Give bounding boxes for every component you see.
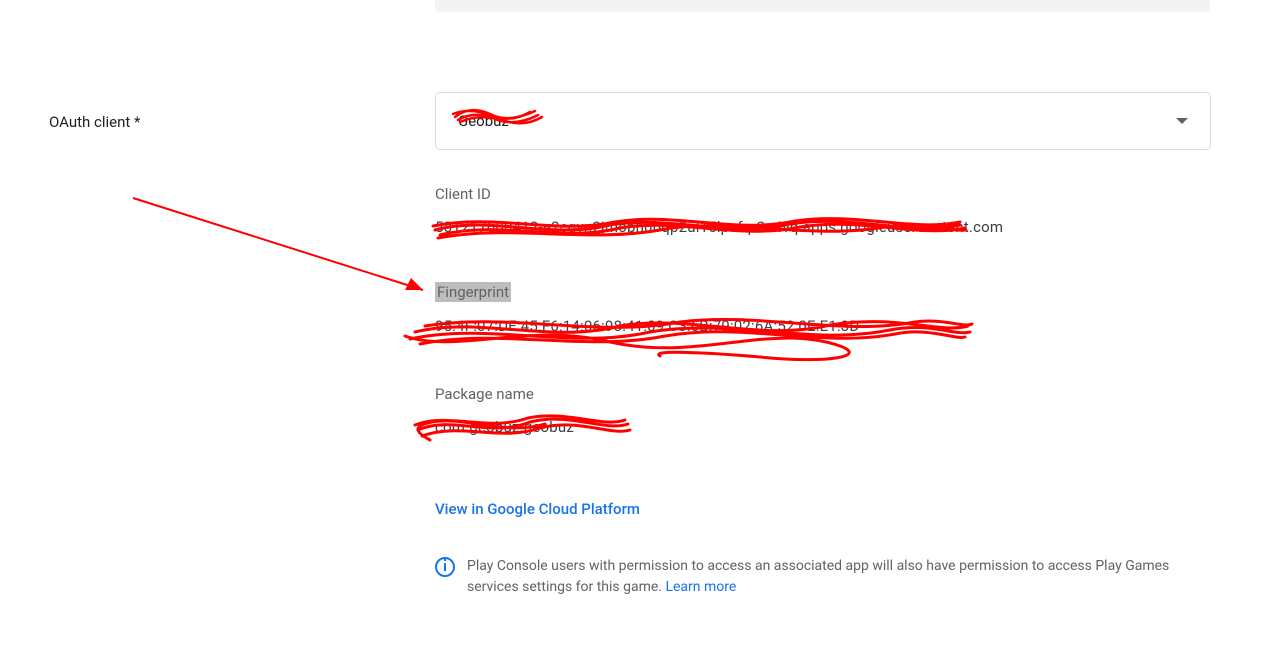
chevron-down-icon <box>1176 118 1188 124</box>
grey-header-remnant <box>435 0 1210 12</box>
oauth-select-value: Geobuz <box>458 112 509 130</box>
notice-text: Play Console users with permission to ac… <box>467 556 1197 598</box>
fingerprint-value: 95:4F:07:DE:45:F6:14:06:98:41:09:C3:6B:7… <box>435 317 859 335</box>
oauth-client-label: OAuth client * <box>49 92 435 131</box>
learn-more-link[interactable]: Learn more <box>665 579 736 595</box>
client-id-label: Client ID <box>435 185 1003 203</box>
package-name-label: Package name <box>435 385 574 403</box>
permission-notice: Play Console users with permission to ac… <box>435 556 1197 598</box>
oauth-client-select[interactable]: Geobuz <box>435 92 1211 150</box>
package-name-block: Package name com.geobuz.geobuz <box>435 385 574 436</box>
fingerprint-block: Fingerprint 95:4F:07:DE:45:F6:14:06:98:4… <box>435 282 859 335</box>
client-id-block: Client ID 581217600412-e2cqvn2jmobh0bqp2… <box>435 185 1003 236</box>
notice-text-body: Play Console users with permission to ac… <box>467 558 1169 595</box>
annotation-arrow <box>125 190 445 310</box>
info-icon <box>435 557 455 577</box>
fingerprint-label: Fingerprint <box>435 282 511 302</box>
package-name-value: com.geobuz.geobuz <box>435 418 574 436</box>
oauth-client-row: OAuth client * Geobuz <box>49 92 1211 150</box>
client-id-value: 581217600412-e2cqvn2jmobh0bqp2ul15lpcfqr… <box>435 218 1003 236</box>
view-in-gcp-link[interactable]: View in Google Cloud Platform <box>435 500 640 518</box>
